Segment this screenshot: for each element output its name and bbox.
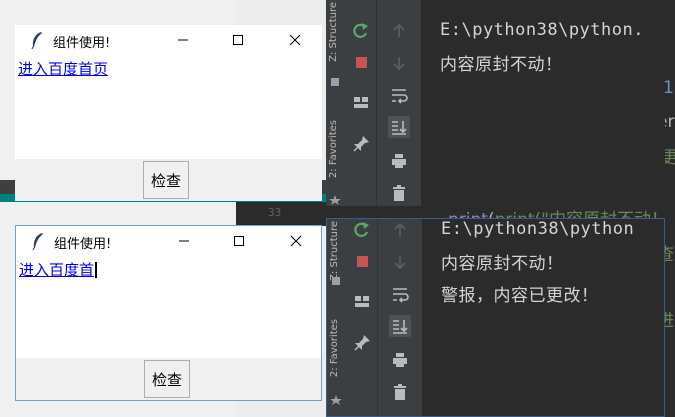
- run-panel-top: Z: Structure 2: Favorites E:\python38\py…: [326, 0, 665, 206]
- editor-fragment: er: [665, 112, 675, 132]
- layout-icon[interactable]: [351, 290, 373, 312]
- scroll-to-end-icon[interactable]: [388, 116, 410, 138]
- tk-window-bottom: 组件使用! 进入百度首 检查: [15, 225, 322, 401]
- title-bar[interactable]: 组件使用!: [15, 25, 322, 55]
- star-icon: [330, 395, 342, 405]
- window-body: 进入百度首 检查: [16, 256, 321, 400]
- title-bar[interactable]: 组件使用!: [16, 226, 321, 256]
- layout-icon[interactable]: [350, 91, 372, 113]
- close-button[interactable]: [273, 226, 319, 256]
- console-line: E:\python38\python.: [440, 20, 644, 40]
- stop-icon: [356, 57, 367, 68]
- run-panel-bottom: Z: Structure 2: Favorites E:\python38\py…: [326, 218, 665, 417]
- close-button[interactable]: [272, 25, 318, 55]
- button-bar: 检查: [16, 358, 321, 400]
- up-arrow-icon[interactable]: [389, 219, 411, 241]
- baidu-link-text: 进入百度首: [19, 261, 95, 279]
- window-title: 组件使用!: [54, 237, 112, 252]
- console-output[interactable]: E:\python38\python. 内容原封不动！: [422, 0, 665, 206]
- check-button[interactable]: 检查: [144, 360, 190, 398]
- console-line: 内容原封不动！: [441, 254, 564, 274]
- print-icon[interactable]: [389, 349, 411, 371]
- button-bar: 检查: [15, 159, 322, 201]
- up-arrow-icon[interactable]: [388, 20, 410, 42]
- editor-fragment: 查: [665, 245, 674, 265]
- maximize-button[interactable]: [215, 25, 261, 55]
- tk-window-top: 组件使用! 进入百度首页 检查: [15, 25, 322, 201]
- window-body: 进入百度首页 检查: [15, 55, 322, 201]
- text-caret: [95, 262, 98, 278]
- baidu-link[interactable]: 进入百度首页: [18, 58, 108, 79]
- check-button[interactable]: 检查: [143, 161, 189, 199]
- soft-wrap-icon[interactable]: [388, 84, 410, 106]
- editor-fragment: 更: [665, 148, 675, 168]
- trash-icon[interactable]: [388, 182, 410, 204]
- close-icon: [290, 235, 302, 247]
- run-toolbar: [346, 0, 377, 206]
- structure-icon: [331, 78, 339, 86]
- console-line: 内容原封不动！: [440, 55, 563, 75]
- stop-button[interactable]: [350, 51, 372, 73]
- down-arrow-icon[interactable]: [388, 52, 410, 74]
- baidu-link-entry[interactable]: 进入百度首: [19, 259, 98, 280]
- maximize-icon: [234, 236, 244, 246]
- close-icon: [289, 34, 301, 46]
- rerun-icon[interactable]: [351, 219, 373, 241]
- minimize-icon: [178, 39, 188, 41]
- star-icon: [329, 195, 341, 205]
- editor-peek: 1 er 更 查 进: [665, 0, 675, 417]
- structure-tab[interactable]: Z: Structure: [328, 2, 339, 62]
- console-toolbar: [377, 0, 422, 206]
- trash-icon[interactable]: [389, 381, 411, 403]
- console-output[interactable]: E:\python38\python 内容原封不动！ 警报，内容已更改！: [423, 219, 664, 416]
- minimize-button[interactable]: [160, 25, 206, 55]
- rerun-icon[interactable]: [350, 20, 372, 42]
- feather-icon: [31, 32, 42, 49]
- scroll-to-end-icon[interactable]: [389, 315, 411, 337]
- side-tab-strip: Z: Structure 2: Favorites: [327, 219, 348, 416]
- editor-fragment: 进: [665, 311, 674, 331]
- favorites-tab[interactable]: 2: Favorites: [329, 319, 340, 377]
- editor-fragment: 1: [665, 78, 674, 98]
- console-toolbar: [378, 219, 423, 416]
- soft-wrap-icon[interactable]: [389, 283, 411, 305]
- stop-icon: [357, 256, 368, 267]
- structure-tab[interactable]: Z: Structure: [329, 221, 340, 281]
- run-toolbar: [347, 219, 378, 416]
- line-number: 33: [268, 206, 282, 219]
- side-tab-strip: Z: Structure 2: Favorites: [326, 0, 347, 206]
- down-arrow-icon[interactable]: [389, 251, 411, 273]
- window-title: 组件使用!: [53, 36, 111, 51]
- feather-icon: [32, 233, 43, 250]
- maximize-icon: [233, 35, 243, 45]
- maximize-button[interactable]: [216, 226, 262, 256]
- stop-button[interactable]: [351, 250, 373, 272]
- minimize-icon: [179, 240, 189, 242]
- favorites-tab[interactable]: 2: Favorites: [328, 120, 339, 178]
- console-line: E:\python38\python: [441, 219, 635, 239]
- pin-icon[interactable]: [350, 133, 372, 155]
- console-line: 警报，内容已更改！: [441, 286, 599, 306]
- print-icon[interactable]: [388, 150, 410, 172]
- pin-icon[interactable]: [351, 332, 373, 354]
- minimize-button[interactable]: [161, 226, 207, 256]
- structure-icon: [332, 277, 340, 285]
